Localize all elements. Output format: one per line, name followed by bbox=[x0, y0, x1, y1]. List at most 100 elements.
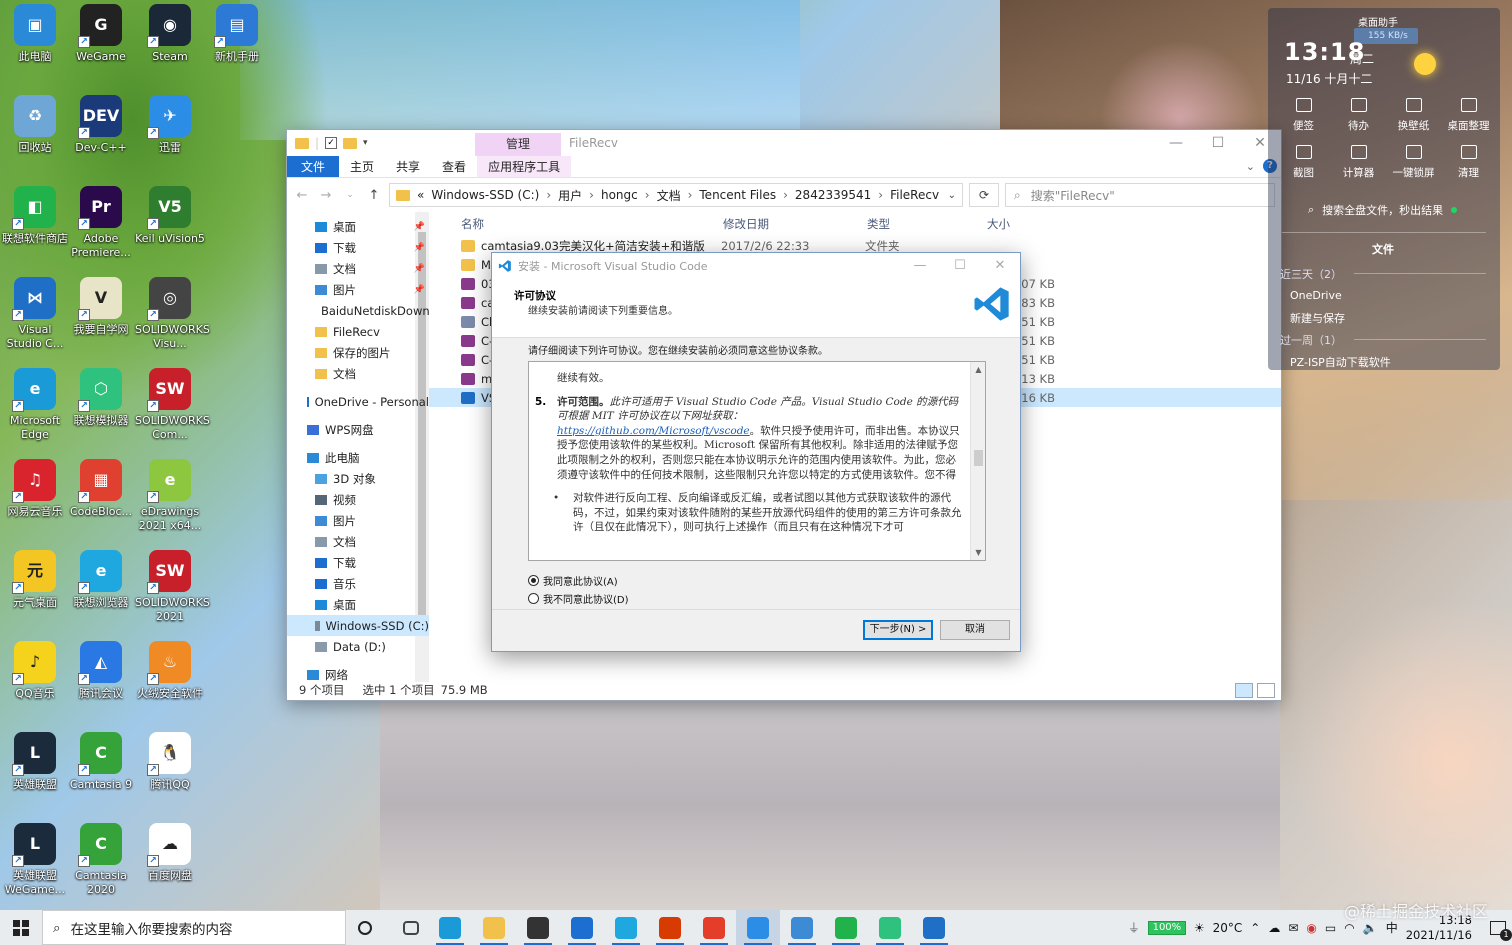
desktop-icon[interactable]: ♫ ↗ 网易云音乐 bbox=[0, 459, 70, 519]
desktop-icon[interactable]: ✈ ↗ 迅雷 bbox=[135, 95, 205, 155]
close-button[interactable]: ✕ bbox=[980, 253, 1020, 278]
decline-label[interactable]: 我不同意此协议(D) bbox=[543, 591, 629, 606]
column-name[interactable]: 名称 bbox=[429, 216, 691, 232]
taskbar-mail-icon[interactable] bbox=[560, 910, 604, 945]
tab-manage[interactable]: 管理 bbox=[475, 133, 561, 156]
desktop-icon[interactable]: L ↗ 英雄联盟 bbox=[0, 732, 70, 792]
desktop-icon[interactable]: DEV ↗ Dev-C++ bbox=[66, 95, 136, 155]
battery-indicator[interactable]: 100% bbox=[1147, 920, 1186, 935]
nav-item[interactable]: 图片 📌 bbox=[287, 279, 429, 300]
desktop-icon[interactable]: e ↗ eDrawings 2021 x64... bbox=[135, 459, 205, 533]
cortana-icon[interactable] bbox=[346, 910, 384, 945]
expand-ribbon-icon[interactable]: ⌄ bbox=[1246, 160, 1255, 173]
desktop-icon[interactable]: 🐧 ↗ 腾讯QQ bbox=[135, 732, 205, 792]
address-bar[interactable]: « Windows-SSD (C:) › 用户 › hongc › 文档 › Tence… bbox=[389, 183, 963, 207]
decline-radio-row[interactable]: 我不同意此协议(D) bbox=[528, 591, 629, 606]
nav-item[interactable]: 文档 bbox=[287, 531, 429, 552]
widget-tool[interactable]: 桌面整理 bbox=[1441, 98, 1496, 133]
widget-tool[interactable]: 换壁纸 bbox=[1386, 98, 1441, 133]
desktop-icon[interactable]: ◧ ↗ 联想软件商店 bbox=[0, 186, 70, 246]
tab-view[interactable]: 查看 bbox=[431, 156, 477, 177]
breadcrumb-item[interactable]: Tencent Files bbox=[699, 188, 776, 202]
desktop-icon[interactable]: SW ↗ SOLIDWORKS Com... bbox=[135, 368, 210, 442]
desktop-icon[interactable]: ☁ ↗ 百度网盘 bbox=[135, 823, 205, 883]
accept-radio-row[interactable]: 我同意此协议(A) bbox=[528, 573, 618, 588]
column-date[interactable]: 修改日期 bbox=[691, 216, 835, 232]
breadcrumb-item[interactable]: 用户 bbox=[558, 187, 582, 204]
sun-weather-icon[interactable] bbox=[1414, 53, 1436, 75]
desktop-icon[interactable]: e ↗ Microsoft Edge bbox=[0, 368, 70, 442]
breadcrumb-item[interactable]: 文档 bbox=[657, 187, 681, 204]
taskbar-edge-icon[interactable] bbox=[428, 910, 472, 945]
desktop-icon[interactable]: ♨ ↗ 火绒安全软件 bbox=[135, 641, 205, 701]
show-hidden-icons-icon[interactable]: ⌃ bbox=[1250, 921, 1260, 935]
scroll-thumb[interactable] bbox=[974, 450, 983, 466]
widget-tool[interactable]: 清理 bbox=[1441, 145, 1496, 180]
properties-icon[interactable]: ✓ bbox=[325, 137, 338, 149]
security-icon[interactable]: ◉ bbox=[1306, 921, 1316, 935]
desktop-icon[interactable]: ▦ ↗ CodeBloc... bbox=[66, 459, 136, 519]
back-button[interactable]: ← bbox=[293, 188, 311, 203]
desktop-icon[interactable]: e ↗ 联想浏览器 bbox=[66, 550, 136, 610]
cloud-icon[interactable]: ☁ bbox=[1268, 921, 1280, 935]
nav-item[interactable]: FileRecv bbox=[287, 321, 429, 342]
desktop-icon[interactable]: ◎ ↗ SOLIDWORKS Visu... bbox=[135, 277, 210, 351]
license-scrollbar[interactable]: ▲ ▼ bbox=[970, 362, 985, 560]
qat-dropdown-icon[interactable]: ▾ bbox=[363, 138, 368, 148]
battery-icon[interactable]: ▭ bbox=[1325, 921, 1336, 935]
desktop-icon[interactable]: ▣ 此电脑 bbox=[0, 4, 70, 64]
details-view-icon[interactable] bbox=[1235, 683, 1253, 698]
taskbar-office-icon[interactable] bbox=[648, 910, 692, 945]
search-input[interactable]: 搜索"FileRecv" bbox=[1031, 187, 1115, 204]
up-button[interactable]: ↑ bbox=[365, 188, 383, 203]
nav-item[interactable]: 文档 📌 bbox=[287, 258, 429, 279]
nav-item[interactable]: 下载 bbox=[287, 552, 429, 573]
volume-icon[interactable]: 🔈 bbox=[1363, 921, 1378, 935]
nav-item[interactable]: 保存的图片 bbox=[287, 342, 429, 363]
tab-file[interactable]: 文件 bbox=[287, 156, 340, 177]
desktop-icon[interactable]: C ↗ Camtasia 2020 bbox=[66, 823, 136, 897]
desktop-icon[interactable]: L ↗ 英雄联盟WeGame... bbox=[0, 823, 70, 897]
widget-tool[interactable]: 一键锁屏 bbox=[1386, 145, 1441, 180]
breadcrumb-item[interactable]: FileRecv bbox=[890, 188, 939, 202]
forward-button[interactable]: → bbox=[317, 188, 335, 203]
nav-item[interactable]: 桌面 📌 bbox=[287, 216, 429, 237]
minimize-button[interactable]: — bbox=[900, 253, 940, 278]
taskbar-lenovo-store-icon[interactable] bbox=[824, 910, 868, 945]
nav-item[interactable]: 下载 📌 bbox=[287, 237, 429, 258]
taskbar-store-icon[interactable] bbox=[516, 910, 560, 945]
nav-item[interactable]: BaiduNetdiskDownload bbox=[287, 300, 429, 321]
temperature[interactable]: 20°C bbox=[1213, 921, 1243, 935]
desktop-icon[interactable]: C ↗ Camtasia 9 bbox=[66, 732, 136, 792]
nav-item[interactable]: 此电脑 bbox=[287, 447, 429, 468]
widget-new-save[interactable]: 新建与保存 bbox=[1290, 310, 1345, 326]
taskbar-vscode-icon[interactable] bbox=[912, 910, 956, 945]
pin-icon[interactable]: 📌 bbox=[414, 264, 425, 274]
taskbar-task-view-icon[interactable] bbox=[394, 910, 428, 945]
desktop-icon[interactable]: ◉ ↗ Steam bbox=[135, 4, 205, 64]
desktop-icon[interactable]: ♻ 回收站 bbox=[0, 95, 70, 155]
widget-tool[interactable]: 待办 bbox=[1331, 98, 1386, 133]
taskbar-pz-isp-icon[interactable] bbox=[868, 910, 912, 945]
desktop-icon[interactable]: ⬡ ↗ 联想模拟器 bbox=[66, 368, 136, 428]
desktop-icon[interactable]: ◭ ↗ 腾讯会议 bbox=[66, 641, 136, 701]
taskbar-file-explorer-icon[interactable] bbox=[472, 910, 516, 945]
taskbar-office-red-icon[interactable] bbox=[692, 910, 736, 945]
start-button[interactable] bbox=[0, 910, 42, 945]
desktop-icon[interactable]: G ↗ WeGame bbox=[66, 4, 136, 64]
taskbar-search-input[interactable]: 在这里输入你要搜索的内容 bbox=[71, 918, 233, 938]
desktop-icon[interactable]: V5 ↗ Keil uVision5 bbox=[135, 186, 205, 246]
accept-radio[interactable] bbox=[528, 575, 539, 586]
nav-item[interactable]: 3D 对象 bbox=[287, 468, 429, 489]
widget-last-week[interactable]: 过一周（1） bbox=[1280, 332, 1342, 348]
column-size[interactable]: 大小 bbox=[955, 216, 1025, 232]
widget-tool[interactable]: 截图 bbox=[1276, 145, 1331, 180]
breadcrumb-item[interactable]: Windows-SSD (C:) bbox=[431, 188, 539, 202]
widget-pz-isp[interactable]: PZ-ISP自动下载软件 bbox=[1290, 354, 1391, 370]
widget-search-label[interactable]: 搜索全盘文件，秒出结果 bbox=[1322, 202, 1443, 218]
nav-item[interactable]: WPS网盘 bbox=[287, 419, 429, 440]
taskbar-search[interactable]: ⌕ 在这里输入你要搜索的内容 bbox=[42, 910, 346, 945]
pin-icon[interactable]: 📌 bbox=[414, 222, 425, 232]
pin-icon[interactable]: 📌 bbox=[414, 243, 425, 253]
nav-item[interactable]: 桌面 bbox=[287, 594, 429, 615]
